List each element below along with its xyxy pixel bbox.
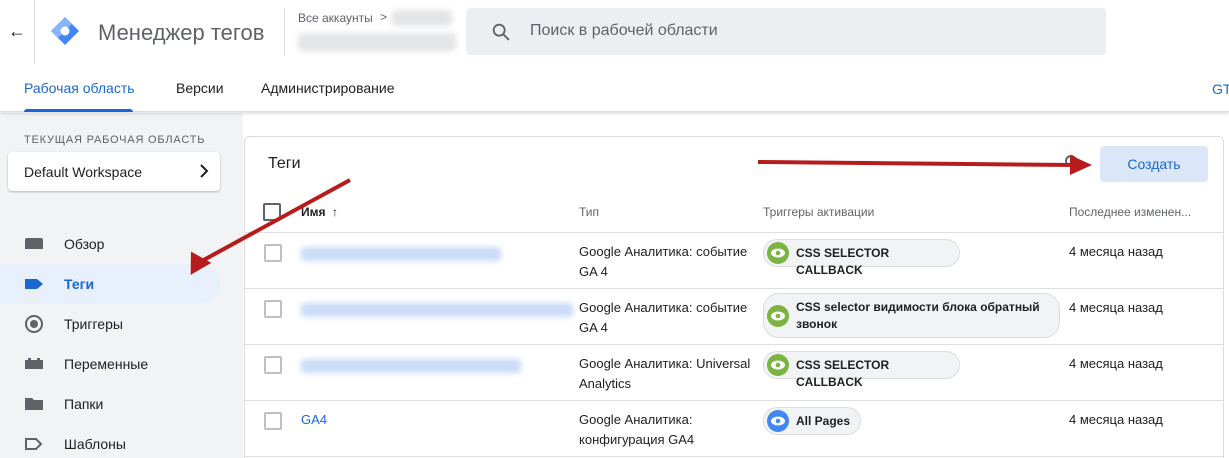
trigger-eye-icon (767, 410, 789, 432)
workspace-name: Default Workspace (24, 164, 143, 180)
search-placeholder: Поиск в рабочей области (530, 22, 718, 39)
tag-type: Google Аналитика: событие GA 4 (579, 300, 748, 335)
tab-workspace[interactable]: Рабочая область (24, 80, 135, 96)
row-checkbox[interactable] (264, 412, 282, 430)
redacted-tag-name-link[interactable] (301, 247, 501, 261)
trigger-eye-icon (767, 242, 789, 264)
sidebar-item-label: Обзор (64, 236, 105, 252)
main-tabs: Рабочая область Версии Администрирование… (0, 64, 1229, 112)
variables-icon (25, 358, 43, 369)
trigger-eye-icon (767, 354, 789, 376)
sidebar-item-label: Триггеры (64, 316, 123, 332)
column-header-modified[interactable]: Последнее изменен... (1069, 205, 1191, 219)
row-divider (245, 232, 1223, 233)
row-divider (245, 400, 1223, 401)
modified-date: 4 месяца назад (1069, 412, 1163, 427)
row-divider (245, 456, 1223, 457)
trigger-chip[interactable]: CSS SELECTOR CALLBACK (763, 239, 960, 277)
column-header-triggers: Триггеры активации (763, 205, 875, 219)
trigger-eye-icon (767, 305, 789, 327)
sidebar-item-label: Переменные (64, 356, 149, 372)
back-arrow-icon[interactable]: ← (6, 20, 28, 42)
tag-icon (25, 279, 43, 289)
sort-ascending-icon[interactable]: ↑ (332, 205, 338, 219)
trigger-chip[interactable]: CSS SELECTOR CALLBACK (763, 351, 960, 389)
workspace-search-input[interactable]: Поиск в рабочей области (466, 8, 1106, 55)
tab-admin[interactable]: Администрирование (261, 80, 395, 96)
all-accounts-link[interactable]: Все аккаунты (298, 11, 373, 25)
header-divider (34, 0, 35, 64)
trigger-chip[interactable]: All Pages (763, 407, 861, 435)
create-button[interactable]: Создать (1100, 146, 1208, 182)
overview-icon (25, 238, 43, 249)
search-icon[interactable] (1063, 153, 1083, 173)
folder-icon (25, 398, 43, 410)
breadcrumb-chevron-icon: > (380, 10, 388, 24)
tag-type: Google Аналитика: событие GA 4 (579, 244, 748, 279)
sidebar: ТЕКУЩАЯ РАБОЧАЯ ОБЛАСТЬ Default Workspac… (0, 113, 243, 458)
header-divider-2 (284, 8, 285, 56)
sidebar-item-overview[interactable]: Обзор (0, 224, 220, 264)
app-title: Менеджер тегов (98, 20, 265, 45)
modified-date: 4 месяца назад (1069, 244, 1163, 259)
sidebar-item-triggers[interactable]: Триггеры (0, 304, 220, 344)
row-checkbox[interactable] (264, 356, 282, 374)
chevron-right-icon (200, 164, 209, 178)
tab-versions[interactable]: Версии (176, 80, 224, 96)
sidebar-item-tags[interactable]: Теги (0, 264, 220, 304)
redacted-tag-name-link[interactable] (301, 359, 521, 373)
card-title: Теги (268, 155, 301, 172)
redacted-container-name[interactable] (298, 33, 456, 51)
workspace-section-label: ТЕКУЩАЯ РАБОЧАЯ ОБЛАСТЬ (24, 134, 206, 146)
search-icon (492, 23, 510, 41)
sidebar-item-variables[interactable]: Переменные (0, 344, 220, 384)
sidebar-item-label: Теги (64, 276, 95, 292)
trigger-label: CSS SELECTOR CALLBACK (796, 246, 890, 277)
app-header: ← Менеджер тегов Все аккаунты > Поиск в … (0, 0, 1229, 64)
sidebar-item-label: Шаблоны (64, 436, 126, 452)
trigger-label: CSS SELECTOR CALLBACK (796, 358, 890, 389)
container-id-text: GT (1212, 81, 1229, 97)
row-divider (245, 288, 1223, 289)
workspace-selector[interactable]: Default Workspace (8, 152, 220, 191)
trigger-label: CSS selector видимости блока обратный зво… (796, 300, 1040, 331)
trigger-icon (25, 315, 43, 333)
tag-name-link[interactable]: GA4 (301, 410, 327, 430)
column-header-name[interactable]: Имя (301, 205, 326, 219)
trigger-label: All Pages (796, 414, 851, 428)
trigger-chip[interactable]: CSS selector видимости блока обратный зво… (763, 293, 1060, 338)
tags-card: Теги Создать Имя ↑ Тип Триггеры активаци… (244, 136, 1224, 458)
select-all-checkbox[interactable] (263, 203, 281, 221)
tag-manager-logo-icon (51, 17, 79, 45)
tag-type: Google Аналитика: Universal Analytics (579, 356, 751, 391)
redacted-tag-name-link[interactable] (301, 303, 573, 317)
row-divider (245, 344, 1223, 345)
tag-type: Google Аналитика: конфигурация GA4 (579, 412, 695, 447)
modified-date: 4 месяца назад (1069, 356, 1163, 371)
row-checkbox[interactable] (264, 244, 282, 262)
modified-date: 4 месяца назад (1069, 300, 1163, 315)
sidebar-item-folders[interactable]: Папки (0, 384, 220, 424)
redacted-account-name (392, 10, 452, 26)
column-header-type[interactable]: Тип (579, 205, 599, 219)
active-tab-indicator (24, 109, 133, 112)
sidebar-item-label: Папки (64, 396, 104, 412)
row-checkbox[interactable] (264, 300, 282, 318)
template-icon (25, 438, 43, 450)
sidebar-item-templates[interactable]: Шаблоны (0, 424, 220, 458)
